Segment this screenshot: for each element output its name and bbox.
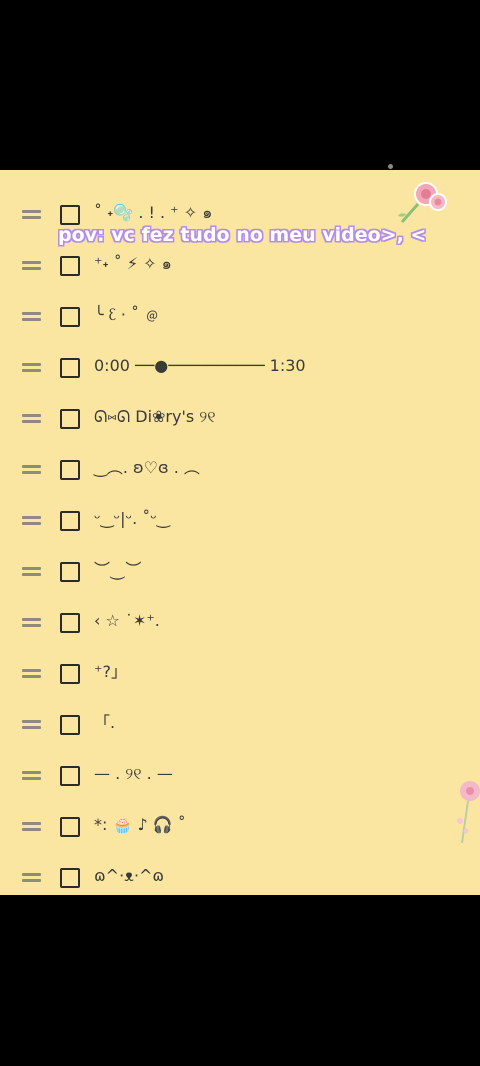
- checklist-item-text[interactable]: ɷ^⋅ᴥ⋅^ɷ: [94, 865, 164, 887]
- drag-handle-icon[interactable]: [22, 363, 41, 373]
- status-dot: [388, 164, 393, 169]
- checklist-item: 「.: [0, 707, 480, 747]
- rose-sticker-icon: [398, 182, 447, 223]
- checklist-item: ‹ ☆ ˙✶⁺.: [0, 605, 480, 645]
- checklist-item-text[interactable]: ˚ ˖🫧 . ! . ⁺ ✧ ๑: [94, 202, 212, 224]
- checklist-item-text[interactable]: *: 🧁 ♪ 🎧 ˚: [94, 814, 186, 836]
- checkbox[interactable]: [60, 307, 80, 327]
- checklist-item: 0:00 ──●────────── 1:30: [0, 350, 480, 390]
- checklist-item: ᵕ‿ᵕ|ᵕ. ˚ᵕ‿: [0, 503, 480, 543]
- checklist-item: ⁺?」: [0, 656, 480, 696]
- checklist-item: ᘏ⑅ᘏ Di❀ry's ୨୧: [0, 401, 480, 441]
- checklist-item-text[interactable]: — . ୨୧ . —: [94, 763, 173, 785]
- drag-handle-icon[interactable]: [22, 465, 41, 475]
- drag-handle-icon[interactable]: [22, 771, 41, 781]
- checklist-item-text[interactable]: 0:00 ──●────────── 1:30: [94, 355, 306, 377]
- checkbox[interactable]: [60, 460, 80, 480]
- drag-handle-icon[interactable]: [22, 261, 41, 271]
- checklist-item-text[interactable]: 「.: [94, 712, 115, 734]
- drag-handle-icon[interactable]: [22, 414, 41, 424]
- checkbox[interactable]: [60, 562, 80, 582]
- drag-handle-icon[interactable]: [22, 669, 41, 679]
- notes-checklist-panel: ˚ ˖🫧 . ! . ⁺ ✧ ๑ ⁺˖ ˚ ⚡︎ ✧ ๑ ╰ ᦷ ⋅ ˚ ﹫ 0:00…: [0, 170, 480, 895]
- checkbox[interactable]: [60, 766, 80, 786]
- drag-handle-icon[interactable]: [22, 516, 41, 526]
- checklist-item: ︶⏝︶: [0, 554, 480, 594]
- flower-sticker-icon: [457, 781, 480, 844]
- checklist-item-text[interactable]: ╰ ᦷ ⋅ ˚ ﹫: [94, 304, 160, 326]
- checklist-item: ɷ^⋅ᴥ⋅^ɷ: [0, 860, 480, 895]
- checklist-item-text[interactable]: ᘏ⑅ᘏ Di❀ry's ୨୧: [94, 406, 216, 428]
- drag-handle-icon[interactable]: [22, 567, 41, 577]
- drag-handle-icon[interactable]: [22, 210, 41, 220]
- checkbox[interactable]: [60, 817, 80, 837]
- checklist-item: — . ୨୧ . —: [0, 758, 480, 798]
- checkbox[interactable]: [60, 868, 80, 888]
- checkbox[interactable]: [60, 205, 80, 225]
- checkbox[interactable]: [60, 715, 80, 735]
- checkbox[interactable]: [60, 664, 80, 684]
- checklist-item-text[interactable]: ᵕ‿ᵕ|ᵕ. ˚ᵕ‿: [94, 508, 170, 530]
- drag-handle-icon[interactable]: [22, 873, 41, 883]
- drag-handle-icon[interactable]: [22, 618, 41, 628]
- checkbox[interactable]: [60, 409, 80, 429]
- drag-handle-icon[interactable]: [22, 312, 41, 322]
- checklist-item-text[interactable]: ︶⏝︶: [94, 559, 141, 581]
- checklist-item-text[interactable]: ⁺?」: [94, 661, 127, 683]
- checklist-item: ‿︵. ʚ♡ɞ . ︵: [0, 452, 480, 492]
- checklist-item: *: 🧁 ♪ 🎧 ˚: [0, 809, 480, 849]
- checklist-item-text[interactable]: ⁺˖ ˚ ⚡︎ ✧ ๑: [94, 253, 172, 275]
- checklist-item: ╰ ᦷ ⋅ ˚ ﹫: [0, 299, 480, 339]
- checklist-item-text[interactable]: ‹ ☆ ˙✶⁺.: [94, 610, 160, 632]
- checkbox[interactable]: [60, 613, 80, 633]
- checkbox[interactable]: [60, 511, 80, 531]
- checkbox[interactable]: [60, 256, 80, 276]
- drag-handle-icon[interactable]: [22, 822, 41, 832]
- drag-handle-icon[interactable]: [22, 720, 41, 730]
- checklist-item-text[interactable]: ‿︵. ʚ♡ɞ . ︵: [94, 457, 200, 479]
- checkbox[interactable]: [60, 358, 80, 378]
- video-caption: pov: vc fez tudo no meu video>, <: [58, 224, 427, 246]
- checklist-item: ⁺˖ ˚ ⚡︎ ✧ ๑: [0, 248, 480, 288]
